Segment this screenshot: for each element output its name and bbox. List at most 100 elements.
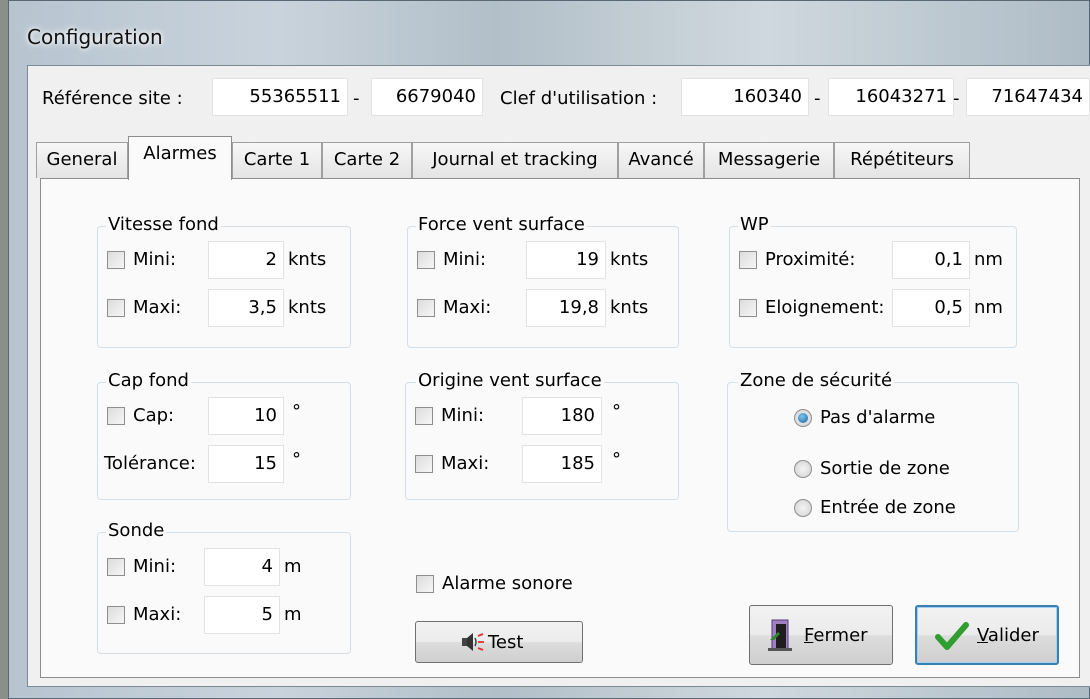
tab-alarmes[interactable]: Alarmes [128,136,232,180]
zone-radio-pas-alarme-label: Pas d'alarme [820,407,936,428]
group-origine-vent: Origine vent surface Mini: 180 ° Maxi: 1… [405,370,679,500]
sonde-maxi-input[interactable]: 5 [204,596,280,634]
site-ref-field-1[interactable]: 55365511 [212,78,348,116]
alarme-sonore-label: Alarme sonore [442,573,573,594]
origine-vent-maxi-label: Maxi: [441,453,490,474]
tab-avance[interactable]: Avancé [618,142,704,178]
site-ref-field-2[interactable]: 6679040 [371,78,483,116]
fermer-button-label: ermer [813,625,868,646]
config-window: Configuration Référence site : 55365511 … [8,0,1090,699]
sonde-mini-unit: m [284,556,302,577]
vitesse-mini-checkbox[interactable] [107,251,125,269]
tab-journal-tracking[interactable]: Journal et tracking [412,142,618,178]
force-vent-mini-label: Mini: [443,249,487,270]
fermer-button-hotkey: F [804,625,814,646]
force-vent-maxi-unit: knts [610,297,649,318]
force-vent-maxi-checkbox[interactable] [417,299,435,317]
wp-proximite-checkbox[interactable] [739,251,757,269]
tolerance-label: Tolérance: [104,453,196,474]
alarmes-panel: Vitesse fond Mini: 2 knts Maxi: 3,5 knts… [40,178,1080,678]
group-wp: WP Proximité: 0,1 nm Eloignement: 0,5 nm [729,214,1017,348]
vitesse-maxi-checkbox[interactable] [107,299,125,317]
tolerance-input[interactable]: 15 [208,445,284,483]
group-title-cap-fond: Cap fond [106,370,191,391]
origine-vent-maxi-checkbox[interactable] [415,455,433,473]
tab-carte-2[interactable]: Carte 2 [322,142,412,178]
speaker-icon [460,631,486,658]
tab-repetiteurs[interactable]: Répétiteurs [834,142,970,178]
site-ref-label: Référence site : [42,88,183,109]
group-title-zone-securite: Zone de sécurité [738,370,895,391]
force-vent-mini-input[interactable]: 19 [526,241,606,279]
tab-carte-1[interactable]: Carte 1 [232,142,322,178]
sonde-maxi-label: Maxi: [133,604,182,625]
tab-general[interactable]: General [36,142,128,178]
vitesse-maxi-unit: knts [288,297,327,318]
usage-key-field-1[interactable]: 160340 [681,78,809,116]
cap-unit: ° [292,401,301,422]
window-title: Configuration [27,25,163,49]
vitesse-mini-unit: knts [288,249,327,270]
valider-button[interactable]: Valider [915,605,1059,665]
cap-label: Cap: [133,405,175,426]
valider-button-label: alider [987,625,1039,646]
origine-vent-mini-unit: ° [612,401,621,422]
group-vitesse-fond: Vitesse fond Mini: 2 knts Maxi: 3,5 knts [97,214,351,348]
usage-key-field-2[interactable]: 16043271 [828,78,954,116]
group-zone-securite: Zone de sécurité Pas d'alarme Sortie de … [727,370,1019,532]
wp-proximite-unit: nm [974,249,1003,270]
cap-checkbox[interactable] [107,407,125,425]
vitesse-mini-input[interactable]: 2 [208,241,284,279]
usage-key-field-3[interactable]: 71647434 [966,78,1090,116]
vitesse-maxi-label: Maxi: [133,297,182,318]
dialog-client-area: Référence site : 55365511 - 6679040 Clef… [27,65,1090,687]
usage-key-label: Clef d'utilisation : [500,88,658,109]
fermer-button[interactable]: Fermer [749,605,893,665]
zone-radio-sortie-label: Sortie de zone [820,458,950,479]
wp-proximite-input[interactable]: 0,1 [892,241,970,279]
group-title-origine-vent: Origine vent surface [416,370,604,391]
wp-eloignement-unit: nm [974,297,1003,318]
sonde-maxi-checkbox[interactable] [107,606,125,624]
origine-vent-mini-checkbox[interactable] [415,407,433,425]
force-vent-maxi-label: Maxi: [443,297,492,318]
zone-radio-sortie[interactable] [794,460,812,478]
vitesse-maxi-input[interactable]: 3,5 [208,289,284,327]
force-vent-mini-unit: knts [610,249,649,270]
site-ref-separator: - [353,88,360,109]
origine-vent-mini-label: Mini: [441,405,485,426]
tolerance-unit: ° [292,449,301,470]
group-title-vitesse-fond: Vitesse fond [106,214,221,235]
alarme-sonore-checkbox[interactable] [416,575,434,593]
group-cap-fond: Cap fond Cap: 10 ° Tolérance: 15 ° [97,370,351,500]
sonde-mini-input[interactable]: 4 [204,548,280,586]
group-force-vent: Force vent surface Mini: 19 knts Maxi: 1… [407,214,679,348]
tab-messagerie[interactable]: Messagerie [704,142,834,178]
cap-input[interactable]: 10 [208,397,284,435]
usage-key-separator-1: - [814,88,821,109]
zone-radio-entree[interactable] [794,499,812,517]
wp-proximite-label: Proximité: [765,249,856,270]
checkmark-icon [935,621,969,656]
wp-eloignement-label: Eloignement: [765,297,885,318]
group-title-wp: WP [738,214,771,235]
force-vent-mini-checkbox[interactable] [417,251,435,269]
test-button[interactable]: Test [415,621,583,663]
wp-eloignement-checkbox[interactable] [739,299,757,317]
wp-eloignement-input[interactable]: 0,5 [892,289,970,327]
zone-radio-pas-alarme[interactable] [794,409,812,427]
test-button-label: Test [488,632,524,653]
sonde-mini-label: Mini: [133,556,177,577]
origine-vent-mini-input[interactable]: 180 [522,397,602,435]
group-sonde: Sonde Mini: 4 m Maxi: 5 m [97,520,351,654]
tab-bar: General Alarmes Carte 1 Carte 2 Journal … [28,136,1090,180]
usage-key-separator-2: - [953,88,960,109]
force-vent-maxi-input[interactable]: 19,8 [526,289,606,327]
vitesse-mini-label: Mini: [133,249,177,270]
sonde-mini-checkbox[interactable] [107,558,125,576]
zone-radio-entree-label: Entrée de zone [820,497,956,518]
valider-button-hotkey: V [977,625,988,646]
origine-vent-maxi-input[interactable]: 185 [522,445,602,483]
group-title-sonde: Sonde [106,520,167,541]
sonde-maxi-unit: m [284,604,302,625]
